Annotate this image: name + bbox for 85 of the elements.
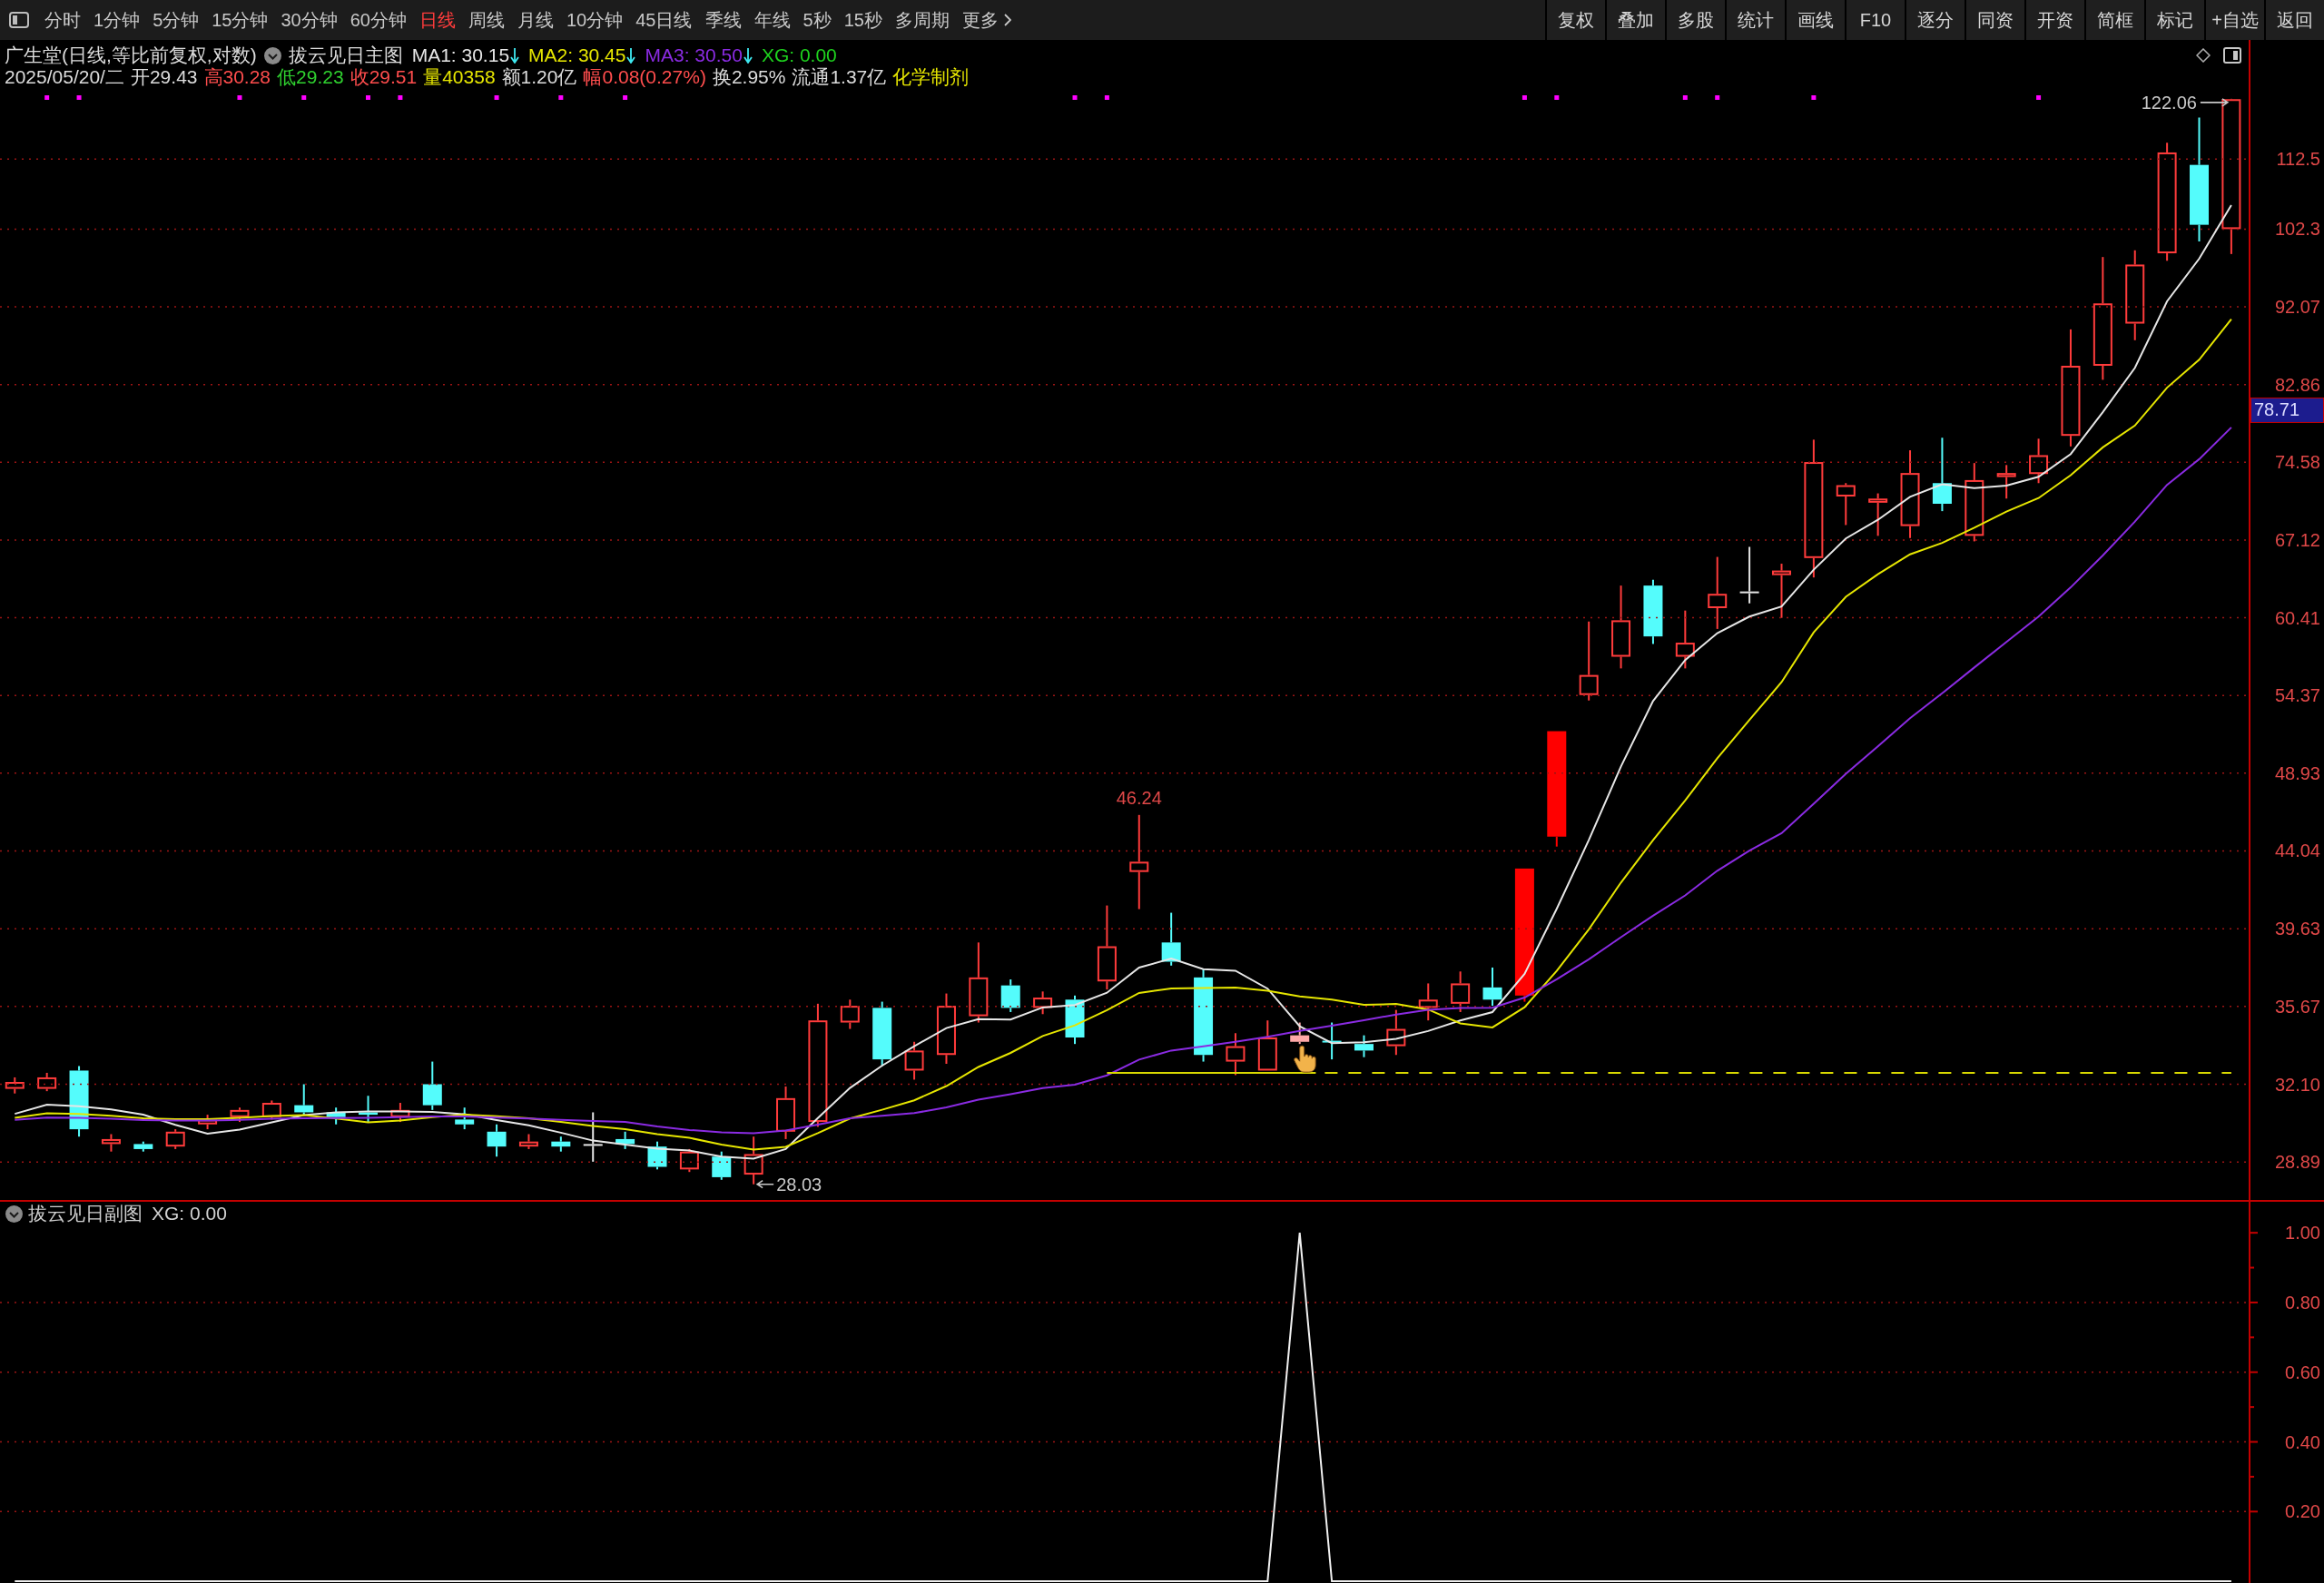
hand-cursor-icon — [1294, 1045, 1316, 1073]
axis-label: 112.5 — [2276, 149, 2320, 170]
axis-label: 0.80 — [2285, 1292, 2320, 1313]
axis-label: 54.37 — [2274, 685, 2320, 706]
indicator-name: 拔云见日副图 — [28, 1202, 143, 1226]
quote-value: 2025/05/20/二 — [5, 65, 124, 90]
axis-label: 102.3 — [2274, 219, 2320, 240]
period-tab[interactable]: 1分钟 — [87, 0, 147, 40]
period-tab[interactable]: 分时 — [38, 0, 87, 40]
period-tab[interactable]: 60分钟 — [343, 0, 413, 40]
axis-label: 28.89 — [2274, 1152, 2320, 1173]
stock-title: 广生堂(日线,等比前复权,对数) — [5, 44, 257, 67]
signal-marker-icon — [237, 95, 242, 100]
period-tab[interactable]: 季线 — [698, 0, 748, 40]
signal-marker-icon — [1104, 95, 1109, 100]
period-tab[interactable]: 周线 — [462, 0, 511, 40]
quote-value: 换2.95% — [712, 65, 786, 90]
period-tab[interactable]: 30分钟 — [274, 0, 344, 40]
signal-marker-icon — [623, 95, 628, 100]
signal-marker-icon — [2036, 95, 2042, 100]
quote-value: 幅0.08(0.27%) — [583, 65, 706, 90]
axis-label: 92.07 — [2274, 297, 2320, 318]
quote-value: 高30.28 — [203, 65, 271, 90]
period-tab[interactable]: 15秒 — [837, 0, 889, 40]
signal-marker-icon — [494, 95, 499, 100]
signal-marker-icon — [1521, 95, 1527, 100]
quote-value: 量40358 — [423, 65, 496, 90]
signal-marker-icon — [44, 95, 50, 100]
price-label: 28.03 — [776, 1174, 822, 1195]
period-tab[interactable]: 月线 — [511, 0, 560, 40]
period-tab[interactable]: 10分钟 — [560, 0, 630, 40]
chevron-right-icon — [1003, 14, 1011, 26]
chevron-circle-icon[interactable] — [263, 46, 281, 64]
indicator-value: XG: 0.00 — [761, 44, 837, 67]
diamond-icon[interactable] — [2196, 48, 2211, 63]
left-arrow-icon — [755, 1179, 774, 1189]
signal-marker-icon — [301, 95, 307, 100]
signal-marker-icon — [1682, 95, 1688, 100]
axis-label: 32.10 — [2274, 1074, 2320, 1095]
quote-value: 化学制剂 — [892, 65, 970, 90]
signal-marker-icon — [398, 95, 403, 100]
signal-marker-icon — [1715, 95, 1720, 100]
indicator-name: 拔云见日主图 — [288, 44, 403, 68]
axis-label: 60.41 — [2274, 607, 2320, 628]
axis-label: 74.58 — [2274, 452, 2320, 473]
axis-label: 1.00 — [2285, 1223, 2320, 1244]
indicator-value: MA2: 30.45 — [528, 44, 626, 68]
quote-value: 开29.43 — [130, 65, 198, 90]
period-tab[interactable]: 45日线 — [629, 0, 699, 40]
signal-marker-icon — [366, 95, 370, 100]
signal-marker-icon — [76, 95, 82, 100]
indicator-value: MA1: 30.15 — [411, 44, 510, 67]
quote-value: 收29.51 — [350, 65, 418, 90]
price-tag: 78.71 — [2250, 397, 2324, 423]
quote-value: 流通1.37亿 — [792, 65, 887, 90]
axis-label: 35.67 — [2274, 996, 2320, 1017]
period-tab[interactable]: 5秒 — [796, 0, 838, 40]
period-tab[interactable]: 年线 — [747, 0, 797, 40]
indicator-value: XG: 0.00 — [152, 1202, 227, 1226]
price-label: 46.24 — [1116, 787, 1162, 808]
chevron-circle-icon[interactable] — [5, 1204, 23, 1223]
signal-marker-icon — [1811, 95, 1817, 100]
axis-label: 48.93 — [2274, 762, 2320, 783]
quote-value: 额1.20亿 — [501, 65, 577, 90]
signal-marker-icon — [1554, 95, 1560, 100]
panel-toggle-icon[interactable] — [2223, 47, 2241, 64]
right-arrow-icon — [2200, 98, 2230, 107]
axis-label: 44.04 — [2274, 841, 2320, 861]
period-tab[interactable]: 多周期 — [888, 0, 956, 40]
signal-marker-icon — [1072, 95, 1078, 100]
period-tab[interactable]: 日线 — [413, 0, 462, 40]
axis-label: 39.63 — [2274, 919, 2320, 939]
period-tab[interactable]: 5分钟 — [146, 0, 206, 40]
period-tab[interactable]: 15分钟 — [205, 0, 275, 40]
panel-toggle-icon[interactable] — [9, 12, 29, 28]
axis-label: 0.20 — [2285, 1501, 2320, 1522]
axis-label: 0.40 — [2285, 1431, 2320, 1452]
axis-label: 82.86 — [2274, 374, 2320, 395]
indicator-value: MA3: 30.50 — [645, 44, 743, 68]
more-button[interactable]: 更多 — [955, 0, 1018, 40]
quote-value: 低29.23 — [277, 65, 344, 90]
axis-label: 0.60 — [2285, 1362, 2320, 1382]
price-label: 122.06 — [2141, 92, 2197, 113]
axis-label: 67.12 — [2274, 529, 2320, 550]
signal-marker-icon — [558, 95, 564, 100]
